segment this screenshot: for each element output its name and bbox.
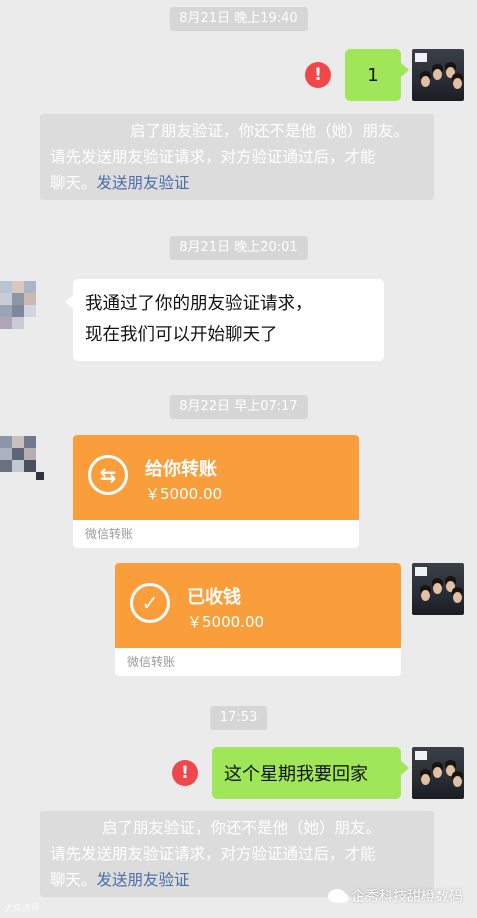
contact-avatar[interactable] [0,436,50,486]
message-text: 1 [367,64,379,86]
watermark-left: 大众点评 [4,904,41,914]
system-notice: 启了朋友验证，你还不是他（她）朋友。 请先发送朋友验证请求，对方验证通过后，才能… [40,811,434,897]
send-verification-link[interactable]: 发送朋友验证 [97,174,190,192]
outgoing-message-bubble[interactable]: 1 [345,49,409,101]
my-avatar[interactable] [412,563,464,615]
timestamp: 8月21日 晚上19:40 [169,7,308,31]
transfer-title: 已收钱 [187,587,241,608]
send-failed-icon[interactable]: ! [305,62,331,88]
contact-avatar[interactable] [0,281,50,331]
my-avatar[interactable] [412,49,464,101]
wechat-icon [328,889,349,903]
timestamp: 8月21日 晚上20:01 [169,236,308,260]
incoming-transfer-card[interactable]: ⇆ 给你转账 ￥5000.00 微信转账 [73,435,359,548]
outgoing-message-bubble[interactable]: 这个星期我要回家 [212,747,409,799]
watermark-text: 企秀科技甜橙数码 [351,889,463,905]
notice-line: 请先发送朋友验证请求，对方验证通过后，才能 [50,148,376,166]
send-failed-icon[interactable]: ! [172,760,198,786]
transfer-amount: ￥5000.00 [145,485,223,503]
transfer-arrows-icon: ⇆ [88,455,128,495]
message-text: 现在我们可以开始聊天了 [85,325,278,345]
my-avatar[interactable] [412,747,464,799]
message-text: 我通过了你的朋友验证请求， [85,294,313,314]
received-money-card[interactable]: ✓ 已收钱 ￥5000.00 微信转账 [115,563,401,676]
transfer-footer: 微信转账 [85,527,134,541]
notice-line: 聊天。 [50,871,97,889]
timestamp: 8月22日 早上07:17 [169,395,308,419]
incoming-message-bubble[interactable]: 我通过了你的朋友验证请求， 现在我们可以开始聊天了 [65,279,384,361]
transfer-amount: ￥5000.00 [187,613,265,631]
checkmark-icon: ✓ [130,583,170,623]
transfer-footer: 微信转账 [127,655,176,669]
message-text: 这个星期我要回家 [224,764,368,785]
system-notice: 启了朋友验证，你还不是他（她）朋友。 请先发送朋友验证请求，对方验证通过后，才能… [40,114,434,200]
notice-line: 启了朋友验证，你还不是他（她）朋友。 [102,819,382,837]
send-verification-link[interactable]: 发送朋友验证 [97,871,190,889]
transfer-title: 给你转账 [145,459,217,480]
notice-line: 聊天。 [50,174,97,192]
timestamp: 17:53 [209,706,268,730]
notice-line: 请先发送朋友验证请求，对方验证通过后，才能 [50,845,376,863]
watermark: 企秀科技甜橙数码 [328,886,463,906]
